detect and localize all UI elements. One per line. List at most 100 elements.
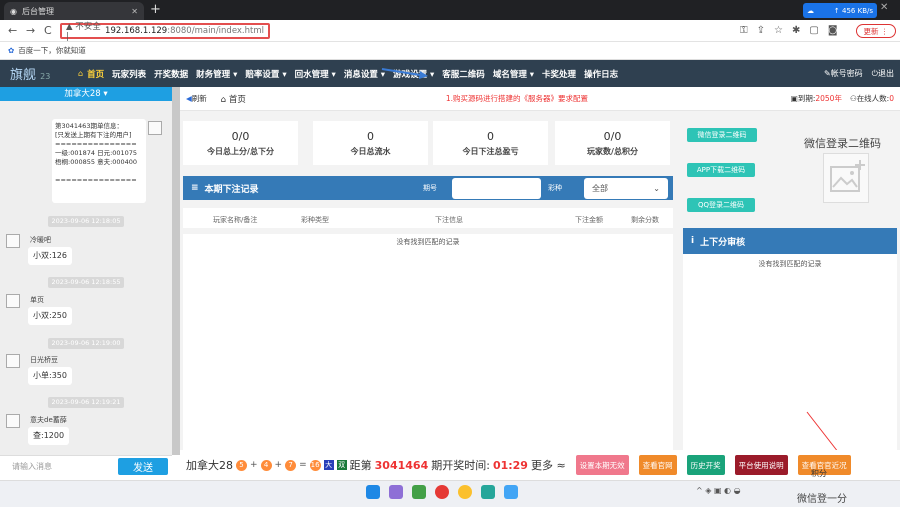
chat-game-selector[interactable]: 加拿大28 ▾ xyxy=(0,87,172,101)
url-field[interactable]: ▲ 不安全 | 192.168.1.129 :8080/main/index.h… xyxy=(60,22,270,42)
summary-line: =============== xyxy=(55,176,137,184)
app-qr-button[interactable]: APP下载二维码 xyxy=(687,163,755,177)
back-icon[interactable]: ← xyxy=(8,24,17,37)
update-button[interactable]: 更新 ⋮ xyxy=(856,24,896,38)
app-top-nav: 旗舰 23 ⌂ 首页 玩家列表 开奖数据 财务管理 ▾ 赔率设置 ▾ 回水管理 … xyxy=(0,60,900,87)
chat-timestamp: 2023-09-06 12:19:21 xyxy=(48,397,124,408)
share-icon[interactable]: ⇪ xyxy=(757,25,765,36)
window-close-icon[interactable]: ✕ xyxy=(880,2,888,13)
nav-players[interactable]: 玩家列表 xyxy=(108,68,150,80)
server-notice: 1.购买源码进行搭建的《服务器》要求配置 xyxy=(445,94,589,103)
stat-card: 0 今日下注总盈亏 xyxy=(433,121,548,165)
issue-label: 期号 xyxy=(423,184,437,192)
bookmarks-bar: ✿ 百度一下，你就知道 xyxy=(0,42,900,60)
bookmark-baidu[interactable]: 百度一下，你就知道 xyxy=(18,45,86,56)
windows-start-icon[interactable] xyxy=(366,485,380,499)
send-button[interactable]: 发送 xyxy=(118,458,168,475)
sidebar-icon[interactable]: ▢ xyxy=(809,25,818,36)
chat-username: 单页 xyxy=(30,296,44,304)
summary-line: 梧桐:000855 意夫:000400 xyxy=(55,158,138,166)
chat-bubble: 查:1200 xyxy=(28,427,70,445)
system-tray[interactable]: ^ ◈ ▣ ◐ ◒ xyxy=(696,486,741,495)
column-header: 彩种类型 xyxy=(301,216,329,224)
dist-label: 距第 xyxy=(349,459,372,472)
nav-draw-data[interactable]: 开奖数据 xyxy=(150,68,192,80)
browser-toolbar-icons: ⚿ ⇪ ☆ ✱ ▢ ◙ xyxy=(740,25,838,36)
stat-value: 0/0 xyxy=(603,130,622,143)
extension-icon[interactable]: ✱ xyxy=(792,25,800,36)
account-link[interactable]: ✎帐号密码 xyxy=(824,68,863,79)
wechat-taskbar-text: 微信登一分 xyxy=(797,494,847,505)
avatar xyxy=(6,294,20,308)
nav-service-qr[interactable]: 客服二维码 xyxy=(438,68,489,80)
tab-close-icon[interactable]: ✕ xyxy=(131,7,138,16)
taskbar-app-icon[interactable] xyxy=(481,485,495,499)
nav-right: ✎帐号密码 ⏻退出 xyxy=(824,68,900,79)
chat-bubble-summary: 第3041463期单信息： [只发送上期有下注的用户] ============… xyxy=(52,119,146,203)
user-icon: ⚇ xyxy=(849,94,857,103)
app-logo: 旗舰 23 xyxy=(0,64,78,83)
bookmark-icon: ✿ xyxy=(8,46,15,55)
url-host: 192.168.1.129 xyxy=(105,26,168,36)
stat-card: 0/0 今日总上分/总下分 xyxy=(183,121,298,165)
nav-logs[interactable]: 操作日志 xyxy=(580,68,622,80)
operator: + xyxy=(250,460,258,470)
stat-card: 0 今日总流水 xyxy=(313,121,428,165)
column-header: 剩余分数 xyxy=(631,216,659,224)
key-icon[interactable]: ⚿ xyxy=(740,25,748,36)
qq-qr-button[interactable]: QQ登录二维码 xyxy=(687,198,755,212)
invalidate-issue-button[interactable]: 设置本期无效 xyxy=(575,455,629,475)
chat-username: 日光桥豆 xyxy=(30,356,58,364)
taskbar-app-icon[interactable] xyxy=(458,485,472,499)
info-icon: ⅰ xyxy=(691,236,695,246)
summary-line: =============== xyxy=(55,140,137,148)
nav-home[interactable]: 首页 xyxy=(83,68,108,80)
summary-line: 一级:001874 日元:001075 xyxy=(55,149,138,157)
forward-icon[interactable]: → xyxy=(26,24,35,37)
nav-domain[interactable]: 域名管理 ▾ xyxy=(489,68,538,80)
new-tab-button[interactable]: + xyxy=(150,2,161,17)
calendar-icon: ▣ xyxy=(790,94,798,103)
audit-title: 上下分审核 xyxy=(700,237,746,248)
online-info: ⚇在线人数:0 xyxy=(849,94,894,103)
logout-link[interactable]: ⏻退出 xyxy=(872,68,894,79)
taskbar-app-icon[interactable] xyxy=(412,485,426,499)
wechat-qr-button[interactable]: 微信登录二维码 xyxy=(687,128,757,142)
nav-finance[interactable]: 财务管理 ▾ xyxy=(192,68,241,80)
history-button[interactable]: 历史开奖 xyxy=(686,455,725,475)
nav-rebate[interactable]: 回水管理 ▾ xyxy=(291,68,340,80)
chat-username: 意夫de蓄薛 xyxy=(30,416,67,424)
star-icon[interactable]: ☆ xyxy=(774,25,783,36)
reload-icon[interactable]: C xyxy=(44,24,52,37)
content-tab-bar: ◀刷新 ⌂ 首页 1.购买源码进行搭建的《服务器》要求配置 ▣到期:2050年 … xyxy=(180,87,900,111)
tab-home[interactable]: ⌂ 首页 xyxy=(221,93,246,105)
type-select[interactable]: 全部 ⌄ xyxy=(584,178,668,199)
status-info: ▣到期:2050年 ⚇在线人数:0 xyxy=(791,93,900,104)
nav-draw-fix[interactable]: 卡奖处理 xyxy=(538,68,580,80)
browser-tab[interactable]: ◉ 后台管理 ✕ xyxy=(4,2,144,20)
summary-line: 第3041463期单信息： xyxy=(55,122,123,130)
refresh-button[interactable]: ◀刷新 xyxy=(186,93,207,104)
result-ball: 5 xyxy=(236,459,247,471)
taskbar-app-icon[interactable] xyxy=(504,485,518,499)
nav-odds[interactable]: 赔率设置 ▾ xyxy=(241,68,290,80)
annotation-arrow-icon xyxy=(381,68,428,79)
manual-button[interactable]: 平台使用说明 xyxy=(734,455,788,475)
bet-table-empty: 没有找到匹配的记录 xyxy=(183,234,673,250)
taskbar-app-icon[interactable] xyxy=(389,485,403,499)
profile-icon[interactable]: ◙ xyxy=(828,25,838,36)
avatar xyxy=(6,414,20,428)
draw-status-bar: 加拿大28 5 + 4 + 7 = 16 大 双 距第 3041464 期开奖时… xyxy=(180,450,900,480)
column-header: 下注金额 xyxy=(575,216,603,224)
logo-text: 旗舰 xyxy=(10,68,37,83)
more-link[interactable]: 更多 ≈ xyxy=(531,457,566,473)
bet-records-title: 本期下注记录 xyxy=(204,184,259,195)
chat-input[interactable]: 请输入消息 xyxy=(12,461,52,472)
stat-card: 0/0 玩家数/总积分 xyxy=(555,121,670,165)
chat-scrollbar[interactable] xyxy=(172,87,180,455)
chrome-icon[interactable] xyxy=(435,485,449,499)
stat-label: 玩家数/总积分 xyxy=(587,147,638,156)
issue-input[interactable] xyxy=(452,178,541,199)
official-site-button[interactable]: 查看官网 xyxy=(638,455,677,475)
game-name: 加拿大28 xyxy=(186,459,233,472)
